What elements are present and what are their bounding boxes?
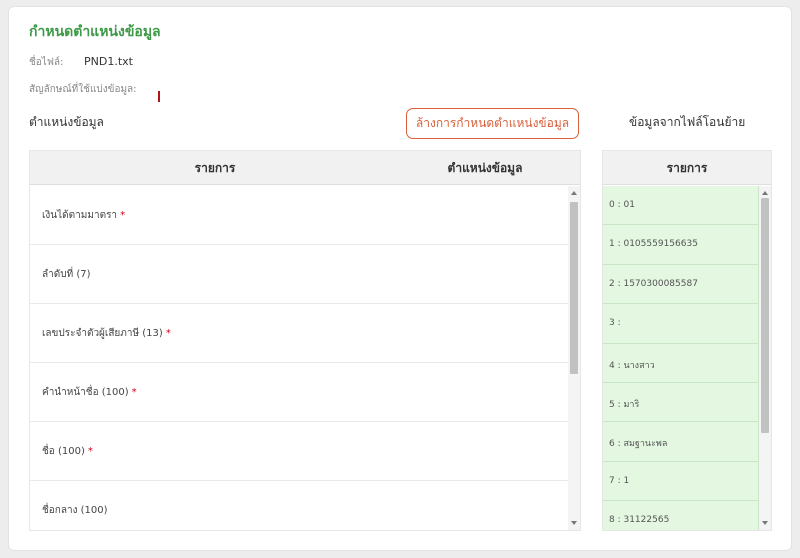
list-item[interactable]: 1 : 0105559156635 [603, 225, 759, 265]
page-title: กำหนดตำแหน่งข้อมูล [29, 24, 161, 40]
row-label: เงินได้ตามมาตรา * [42, 210, 126, 221]
file-name-label: ชื่อไฟล์: [29, 57, 64, 68]
table-row[interactable]: ชื่อ (100) * [30, 422, 568, 481]
scrollbar-thumb[interactable] [761, 198, 769, 433]
position-table: รายการ ตำแหน่งข้อมูล เงินได้ตามมาตรา * ลำ… [29, 150, 581, 531]
delimiter-value [158, 91, 160, 102]
position-table-scrollbar[interactable] [568, 186, 580, 530]
row-label: เลขประจำตัวผู้เสียภาษี (13) * [42, 328, 171, 339]
list-item[interactable]: 7 : 1 [603, 461, 759, 502]
transfer-table-scrollbar[interactable] [759, 186, 771, 530]
required-mark: * [165, 328, 171, 339]
list-item[interactable]: 4 : นางสาว [603, 343, 759, 383]
transfer-section-label: ข้อมูลจากไฟล์โอนย้าย [629, 115, 746, 129]
column-header-item: รายการ [194, 161, 236, 175]
required-mark: * [131, 387, 137, 398]
position-section-label: ตำแหน่งข้อมูล [29, 115, 104, 129]
table-row[interactable]: ลำดับที่ (7) [30, 245, 568, 304]
position-table-header: รายการ ตำแหน่งข้อมูล [30, 151, 580, 185]
list-item[interactable]: 6 : สมฐานะพล [603, 422, 759, 462]
clear-position-button[interactable]: ล้างการกำหนดตำแหน่งข้อมูล [406, 108, 579, 139]
transfer-table-body: 0 : 01 1 : 0105559156635 2 : 15703000855… [603, 186, 759, 530]
table-row[interactable]: ชื่อกลาง (100) [30, 481, 568, 530]
column-header-position: ตำแหน่งข้อมูล [447, 161, 523, 175]
row-label: ชื่อ (100) * [42, 446, 93, 457]
list-item[interactable]: 2 : 1570300085587 [603, 264, 759, 305]
transfer-data-table: รายการ 0 : 01 1 : 0105559156635 2 : 1570… [602, 150, 772, 531]
data-position-card: กำหนดตำแหน่งข้อมูล ชื่อไฟล์: PND1.txt สั… [8, 6, 792, 551]
scroll-down-icon[interactable] [571, 521, 577, 525]
scroll-up-icon[interactable] [762, 191, 768, 195]
table-row[interactable]: เงินได้ตามมาตรา * [30, 186, 568, 245]
list-item[interactable]: 0 : 01 [603, 186, 759, 226]
row-label: คำนำหน้าชื่อ (100) * [42, 387, 137, 398]
scroll-up-icon[interactable] [571, 191, 577, 195]
transfer-table-header: รายการ [603, 151, 771, 185]
table-row[interactable]: เลขประจำตัวผู้เสียภาษี (13) * [30, 304, 568, 363]
scrollbar-thumb[interactable] [570, 202, 578, 374]
row-label: ชื่อกลาง (100) [42, 505, 108, 516]
list-item[interactable]: 5 : มาริ [603, 382, 759, 423]
delimiter-label: สัญลักษณ์ที่ใช้แบ่งข้อมูล: [29, 84, 137, 95]
required-mark: * [87, 446, 93, 457]
row-label: ลำดับที่ (7) [42, 269, 91, 280]
file-name-value: PND1.txt [84, 55, 133, 68]
column-header-item: รายการ [666, 161, 708, 175]
required-mark: * [120, 210, 126, 221]
scroll-down-icon[interactable] [762, 521, 768, 525]
list-item[interactable]: 8 : 31122565 [603, 501, 759, 530]
position-table-body: เงินได้ตามมาตรา * ลำดับที่ (7) เลขประจำตั… [30, 186, 568, 530]
list-item[interactable]: 3 : [603, 304, 759, 344]
table-row[interactable]: คำนำหน้าชื่อ (100) * [30, 363, 568, 422]
